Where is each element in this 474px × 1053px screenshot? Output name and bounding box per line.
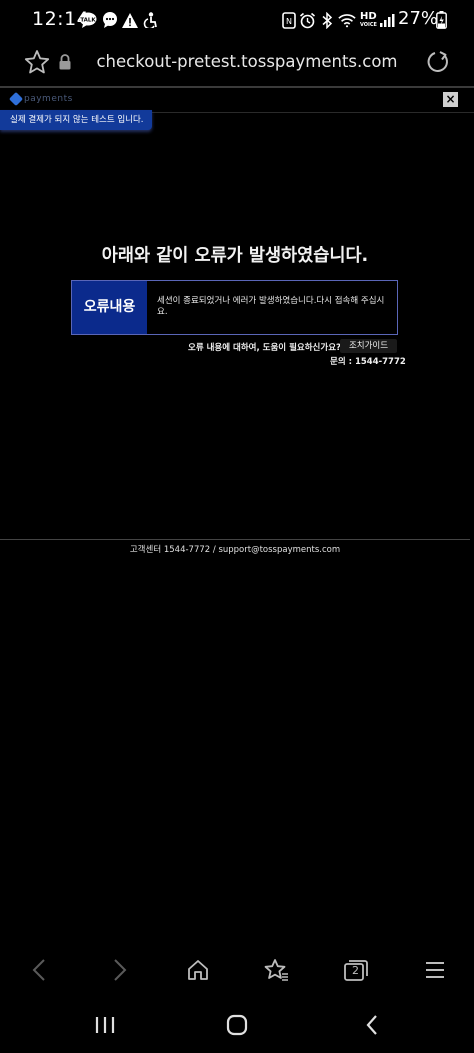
address-bar-divider <box>0 86 474 88</box>
tabs-count: 2 <box>352 964 359 977</box>
help-text: 오류 내용에 대하여, 도움이 필요하신가요? <box>188 343 341 353</box>
footer-divider <box>0 539 470 540</box>
forward-icon[interactable] <box>107 957 133 983</box>
talk-icon: TALK <box>79 11 97 29</box>
brand-text: payments <box>24 94 73 104</box>
close-button[interactable]: × <box>443 92 458 107</box>
voice-label: VOICE <box>360 22 377 28</box>
toss-payments-logo: payments <box>8 91 73 107</box>
error-label: 오류내용 <box>72 281 147 334</box>
test-mode-notice: 실제 결제가 되지 않는 테스트 입니다. <box>0 110 152 130</box>
alarm-icon <box>298 11 316 29</box>
home-button-icon[interactable] <box>225 1013 249 1037</box>
error-message: 세션이 종료되었거나 에러가 발생하였습니다.다시 접속해 주십시요. <box>157 296 385 317</box>
error-box: 오류내용 세션이 종료되었거나 에러가 발생하였습니다.다시 접속해 주십시요. <box>71 280 398 335</box>
back-icon[interactable] <box>26 957 52 983</box>
svg-text:N: N <box>286 17 292 26</box>
home-icon[interactable] <box>185 957 211 983</box>
menu-icon[interactable] <box>422 957 448 983</box>
wifi-icon <box>338 11 356 29</box>
chat-bubble-icon <box>101 11 119 29</box>
bookmarks-icon[interactable] <box>264 957 290 983</box>
status-bar: 12:14 TALK N HD VOICE 27% <box>0 0 474 40</box>
browser-address-bar: checkout-pretest.tosspayments.com <box>0 40 474 86</box>
battery-charging-icon <box>432 11 450 29</box>
system-navigation-bar <box>0 995 474 1053</box>
contact-text: 문의 : 1544-7772 <box>330 357 406 367</box>
signal-icon <box>378 11 396 29</box>
hd-label: HD <box>360 11 377 22</box>
svg-text:TALK: TALK <box>80 18 96 24</box>
bluetooth-icon <box>318 11 336 29</box>
error-title: 아래와 같이 오류가 발생하였습니다. <box>101 246 369 266</box>
warning-icon <box>121 11 139 29</box>
hd-voice-icon: HD VOICE <box>360 11 377 29</box>
back-button-icon[interactable] <box>360 1013 384 1037</box>
accessibility-icon <box>141 11 159 29</box>
toss-logo-mark-icon <box>8 91 24 107</box>
url-field[interactable]: checkout-pretest.tosspayments.com <box>0 52 474 71</box>
guide-button[interactable]: 조치가이드 <box>340 339 397 353</box>
recent-apps-icon[interactable] <box>93 1013 117 1037</box>
browser-toolbar: 2 <box>0 945 474 995</box>
reload-icon[interactable] <box>425 49 451 75</box>
tabs-icon[interactable]: 2 <box>343 957 369 983</box>
nfc-icon: N <box>280 11 298 29</box>
footer-text: 고객센터 1544-7772 / support@tosspayments.co… <box>129 545 341 555</box>
